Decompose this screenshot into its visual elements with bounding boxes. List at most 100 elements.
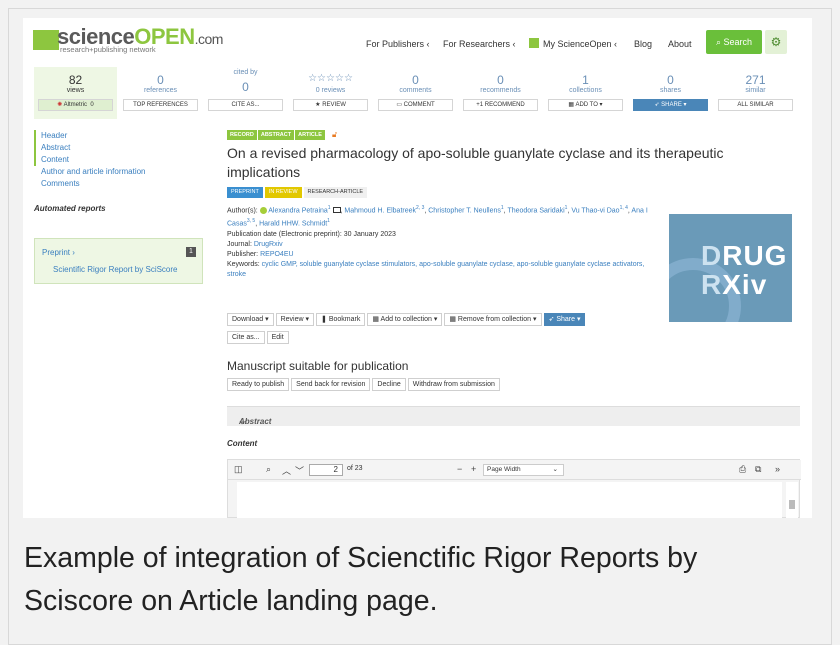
stat-value: 0 — [667, 73, 674, 87]
search-button[interactable]: ⌕ Search — [706, 30, 762, 54]
keywords-line: Keywords: cyclic GMP, soluble guanylate … — [227, 260, 661, 280]
section-link-header[interactable]: Header — [41, 130, 203, 142]
scrollbar-thumb[interactable] — [789, 500, 795, 509]
stat-label: collections — [569, 87, 602, 94]
more-tools-icon[interactable]: » — [775, 464, 780, 474]
author-link[interactable]: Harald HHW. Schmidt — [259, 221, 327, 228]
comment-icon: ▭ — [396, 102, 404, 108]
author-link[interactable]: Mahmoud H. Elbatreek — [344, 207, 416, 214]
author-affiliation: 1 — [327, 205, 331, 211]
stat-value: 0 — [412, 73, 419, 87]
stat-comments: 0 comments ▭ COMMENT — [374, 67, 457, 119]
manuscript-heading: Manuscript suitable for publication — [227, 359, 409, 373]
remove-collection-label: Remove from collection ▾ — [457, 316, 537, 323]
stat-references: 0 references TOP REFERENCES — [119, 67, 202, 119]
page-count: of 23 — [347, 465, 363, 472]
mail-icon[interactable] — [332, 207, 341, 214]
sidebar-toggle-icon[interactable]: ◫ — [234, 464, 243, 475]
sciscore-report-link[interactable]: Scientific Rigor Report by SciScore — [53, 265, 178, 274]
stat-value: 0 — [157, 73, 164, 87]
add-to-button[interactable]: ▦ ADD TO ▾ — [548, 99, 623, 111]
author-link[interactable]: Christopher T. Neullens — [428, 207, 501, 214]
zoom-out-icon[interactable]: − — [457, 464, 462, 474]
nav-my-scienceopen[interactable]: My ScienceOpen ‹ — [543, 39, 617, 49]
stat-label: shares — [659, 87, 681, 94]
section-link-comments[interactable]: Comments — [34, 178, 203, 190]
stat-cited-by: 0 cited by CITE AS... — [204, 67, 287, 119]
review-label: REVIEW — [322, 102, 346, 108]
add-to-collection-button[interactable]: ▦ Add to collection ▾ — [367, 313, 443, 326]
collection-icon: ▦ — [372, 316, 381, 323]
settings-icon[interactable]: ⚙ — [765, 30, 787, 54]
print-icon[interactable]: ⎙ — [739, 464, 746, 475]
section-link-content[interactable]: Content — [41, 154, 203, 166]
zoom-in-icon[interactable]: + — [471, 464, 476, 474]
pdf-viewer: ◫ ⌕ ︿ ﹀ 2 of 23 − + Page Width ⌄ ⎙ ⧉ » — [227, 459, 801, 518]
section-link-author-info[interactable]: Author and article information — [34, 166, 203, 178]
share-dropdown[interactable]: ➶ Share ▾ — [543, 313, 586, 326]
author-link[interactable]: Alexandra Petraina — [268, 207, 328, 214]
tag-abstract: ABSTRACT — [257, 130, 295, 140]
publisher-link[interactable]: REPO4EU — [260, 251, 293, 258]
review-dropdown[interactable]: Review ▾ — [275, 313, 315, 326]
bookmark-button[interactable]: ❚ Bookmark — [316, 313, 366, 326]
abstract-section-toggle[interactable]: ⌵ Abstract — [227, 406, 800, 426]
altmetric-badge[interactable]: ✺ Altmetric 0 — [38, 99, 113, 111]
stat-recommends: 0 recommends +1 RECOMMEND — [459, 67, 542, 119]
pdf-toolbar: ◫ ⌕ ︿ ﹀ 2 of 23 − + Page Width ⌄ ⎙ ⧉ » — [228, 460, 801, 480]
author-link[interactable]: Theodora Saridaki — [507, 207, 564, 214]
stat-label: similar — [745, 87, 766, 94]
stat-label: views — [66, 87, 85, 94]
top-references-button[interactable]: TOP REFERENCES — [123, 99, 198, 111]
page-number-input[interactable]: 2 — [309, 464, 343, 476]
section-nav: Header Abstract Content — [34, 130, 203, 166]
review-button[interactable]: ★ REVIEW — [293, 99, 368, 111]
nav-for-researchers[interactable]: For Researchers ‹ — [443, 39, 516, 49]
comment-button[interactable]: ▭ COMMENT — [378, 99, 453, 111]
remove-from-collection-button[interactable]: ▦ Remove from collection ▾ — [444, 313, 542, 326]
journal-label: Journal: — [227, 240, 252, 248]
rating-stars-icon: ☆☆☆☆☆ — [308, 73, 353, 84]
search-icon[interactable]: ⌕ — [266, 464, 271, 475]
recommend-button[interactable]: +1 RECOMMEND — [463, 99, 538, 111]
section-link-abstract[interactable]: Abstract — [41, 142, 203, 154]
cite-as-button[interactable]: CITE AS... — [208, 99, 283, 111]
stat-shares: 0 shares ➶ SHARE ▾ — [629, 67, 712, 119]
content-heading: Content — [227, 439, 258, 448]
download-button[interactable]: Download ▾ — [227, 313, 274, 326]
author-link[interactable]: Vu Thao-vi Dao — [571, 207, 619, 214]
logo-text-com: .com — [194, 31, 224, 47]
preprint-count-badge: 1 — [186, 247, 196, 257]
authors-label: Author(s): — [227, 207, 258, 215]
preprint-toggle[interactable]: Preprint › — [42, 248, 75, 257]
cite-as-button[interactable]: Cite as... — [227, 331, 265, 344]
chevron-down-icon[interactable]: ﹀ — [295, 464, 304, 477]
zoom-select[interactable]: Page Width ⌄ — [483, 464, 564, 476]
altmetric-icon: ✺ — [57, 102, 63, 108]
share-button[interactable]: ➶ SHARE ▾ — [633, 99, 708, 111]
nav-blog[interactable]: Blog — [634, 39, 652, 49]
author-affiliation: 1 — [327, 218, 330, 225]
keywords-list[interactable]: cyclic GMP, soluble guanylate cyclase st… — [227, 261, 644, 278]
ready-to-publish-button[interactable]: Ready to publish — [227, 378, 290, 391]
badge-research-article: RESEARCH-ARTICLE — [303, 187, 368, 198]
journal-link[interactable]: DrugRxiv — [254, 241, 283, 248]
journal-cover-image: DRUG RXiv — [669, 214, 792, 322]
withdraw-button[interactable]: Withdraw from submission — [407, 378, 500, 391]
pub-date-value: 30 January 2023 — [343, 230, 396, 238]
nav-about[interactable]: About — [668, 39, 692, 49]
edit-button[interactable]: Edit — [266, 331, 289, 344]
nav-for-publishers[interactable]: For Publishers ‹ — [366, 39, 430, 49]
send-back-button[interactable]: Send back for revision — [291, 378, 371, 391]
stat-value: 1 — [582, 73, 589, 87]
chevron-down-icon: ⌄ — [552, 466, 558, 473]
all-similar-button[interactable]: ALL SIMILAR — [718, 99, 793, 111]
decline-button[interactable]: Decline — [372, 378, 406, 391]
pdf-scrollbar[interactable] — [786, 482, 798, 518]
logo-tagline: research+publishing network — [60, 45, 156, 54]
open-file-icon[interactable]: ⧉ — [755, 464, 761, 475]
stat-views: 82 views ✺ Altmetric 0 — [34, 67, 117, 119]
pdf-page — [237, 482, 782, 518]
chevron-up-icon[interactable]: ︿ — [282, 464, 291, 477]
top-navigation: scienceOPEN.com research+publishing netw… — [23, 18, 812, 62]
